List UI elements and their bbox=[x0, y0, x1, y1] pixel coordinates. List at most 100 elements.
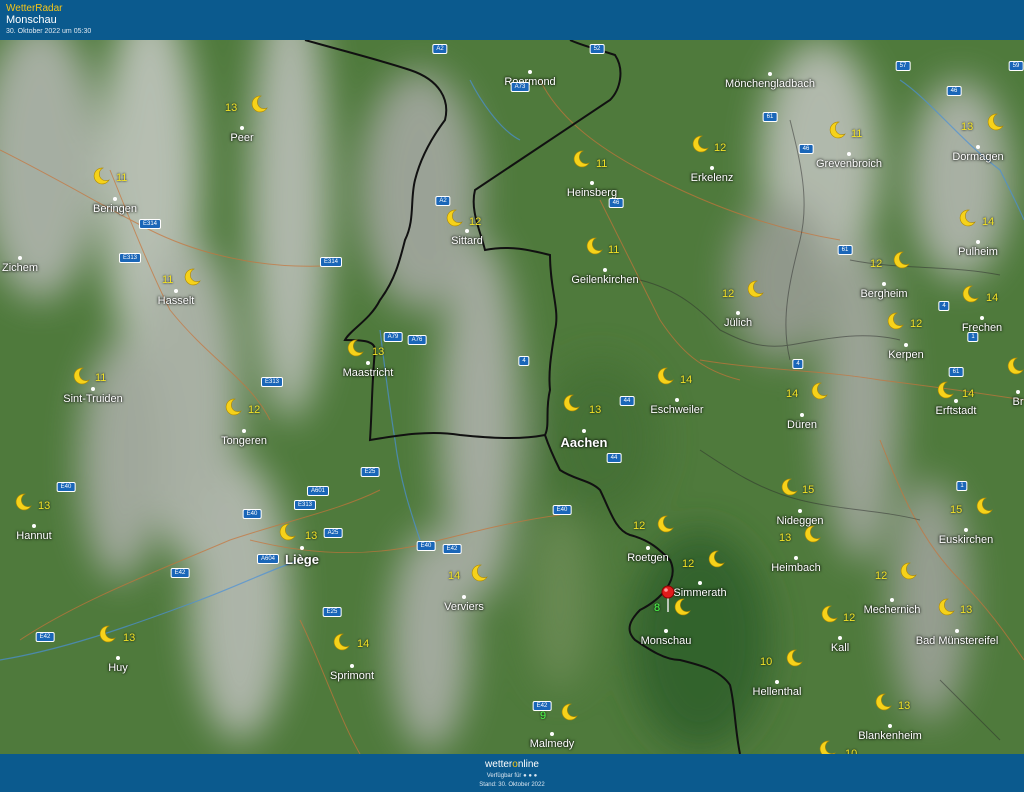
moon-icon bbox=[746, 280, 764, 298]
city-name[interactable]: Aachen bbox=[561, 435, 608, 450]
city-name[interactable]: Liège bbox=[285, 552, 319, 567]
city-name[interactable]: Roetgen bbox=[627, 552, 669, 564]
location-pin-icon[interactable] bbox=[658, 584, 678, 614]
moon-icon bbox=[892, 251, 910, 269]
city-name[interactable]: Mechernich bbox=[864, 604, 921, 616]
city-name[interactable]: Bad Münstereifel bbox=[916, 635, 999, 647]
city-name[interactable]: Peer bbox=[230, 132, 253, 144]
moon-icon bbox=[958, 209, 976, 227]
city-temperature: 13 bbox=[225, 102, 238, 114]
city-dot bbox=[976, 240, 980, 244]
city-name[interactable]: Eschweiler bbox=[650, 404, 703, 416]
city-dot bbox=[240, 126, 244, 130]
city-name[interactable]: Hannut bbox=[16, 530, 51, 542]
city-temperature: 13 bbox=[898, 700, 911, 712]
city-dot bbox=[838, 636, 842, 640]
city-dot bbox=[890, 598, 894, 602]
road-badge: 46 bbox=[608, 198, 624, 208]
city-dot bbox=[736, 311, 740, 315]
city-dot bbox=[976, 145, 980, 149]
road-badge: A79 bbox=[383, 332, 403, 342]
road-badge: 61 bbox=[948, 367, 964, 377]
city-name[interactable]: Kerpen bbox=[888, 349, 923, 361]
road-badge: E42 bbox=[532, 701, 552, 711]
city-name[interactable]: Huy bbox=[108, 662, 128, 674]
footer-available: Verfügbar für ● ● ● bbox=[486, 773, 538, 779]
moon-icon bbox=[707, 550, 725, 568]
city-dot bbox=[174, 289, 178, 293]
moon-icon bbox=[224, 398, 242, 416]
city-temperature: 11 bbox=[596, 158, 608, 170]
timestamp: 30. Oktober 2022 um 05:30 bbox=[6, 28, 92, 35]
city-name[interactable]: Erftstadt bbox=[936, 405, 977, 417]
city-name[interactable]: Geilenkirchen bbox=[571, 274, 638, 286]
city-name[interactable]: Pulheim bbox=[958, 246, 998, 258]
road-badge: A2 bbox=[435, 196, 451, 206]
app-footer: wetteronline Verfügbar für ● ● ● Stand: … bbox=[0, 754, 1024, 792]
moon-icon bbox=[886, 312, 904, 330]
city-temperature: 14 bbox=[357, 638, 370, 650]
city-dot bbox=[113, 197, 117, 201]
city-name[interactable]: Beringen bbox=[93, 203, 137, 215]
city-temperature: 9 bbox=[540, 710, 547, 722]
city-name[interactable]: Dormagen bbox=[952, 151, 1003, 163]
moon-icon bbox=[691, 135, 709, 153]
moon-icon bbox=[937, 598, 955, 616]
city-name[interactable]: Zichem bbox=[2, 262, 38, 274]
moon-icon bbox=[961, 285, 979, 303]
city-name[interactable]: Tongeren bbox=[221, 435, 267, 447]
city-name[interactable]: Heimbach bbox=[771, 562, 821, 574]
city-name[interactable]: Maastricht bbox=[343, 367, 394, 379]
road-badge: E314 bbox=[138, 219, 162, 229]
city-name[interactable]: Sprimont bbox=[330, 670, 374, 682]
road-badge: 4 bbox=[938, 301, 950, 311]
city-temperature: 12 bbox=[714, 142, 727, 154]
city-name[interactable]: Malmedy bbox=[530, 738, 575, 750]
moon-icon bbox=[656, 367, 674, 385]
moon-icon bbox=[445, 209, 463, 227]
city-temperature: 13 bbox=[961, 121, 974, 133]
city-name[interactable]: Blankenheim bbox=[858, 730, 922, 742]
road-badge: 57 bbox=[895, 61, 911, 71]
city-name[interactable]: Br bbox=[1013, 396, 1024, 408]
city-name[interactable]: Grevenbroich bbox=[816, 158, 882, 170]
city-name[interactable]: Sint-Truiden bbox=[63, 393, 123, 405]
footer-logo[interactable]: wetteronline bbox=[0, 759, 1024, 770]
city-name[interactable]: Hasselt bbox=[158, 295, 195, 307]
city-name[interactable]: Kall bbox=[831, 642, 849, 654]
road-badge: E25 bbox=[360, 467, 380, 477]
city-dot bbox=[888, 724, 892, 728]
road-badge: E42 bbox=[170, 568, 190, 578]
city-dot bbox=[664, 629, 668, 633]
road-badge: 61 bbox=[762, 112, 778, 122]
moon-icon bbox=[572, 150, 590, 168]
city-name[interactable]: Monschau bbox=[641, 635, 692, 647]
city-temperature: 11 bbox=[608, 244, 620, 256]
city-temperature: 12 bbox=[870, 258, 883, 270]
city-name[interactable]: Euskirchen bbox=[939, 534, 993, 546]
city-name[interactable]: Bergheim bbox=[860, 288, 907, 300]
city-temperature: 13 bbox=[960, 604, 973, 616]
city-dot bbox=[18, 256, 22, 260]
city-name[interactable]: Sittard bbox=[451, 235, 483, 247]
road-badge: 46 bbox=[798, 144, 814, 154]
city-name[interactable]: Hellenthal bbox=[753, 686, 802, 698]
moon-icon bbox=[828, 121, 846, 139]
city-name[interactable]: Mönchengladbach bbox=[725, 78, 815, 90]
city-name[interactable]: Verviers bbox=[444, 601, 484, 613]
city-temperature: 14 bbox=[986, 292, 999, 304]
radar-map[interactable]: Peer 13 Beringen 11 Zichem Hasselt 11 Sint-Trui… bbox=[0, 40, 1024, 754]
city-temperature: 14 bbox=[786, 388, 799, 400]
city-name[interactable]: Jülich bbox=[724, 317, 752, 329]
moon-icon bbox=[14, 493, 32, 511]
city-name[interactable]: Düren bbox=[787, 419, 817, 431]
moon-icon bbox=[986, 113, 1004, 131]
city-temperature: 15 bbox=[802, 484, 815, 496]
city-dot bbox=[528, 70, 532, 74]
road-badge: 4 bbox=[518, 356, 530, 366]
road-badge: 1 bbox=[967, 332, 979, 342]
city-dot bbox=[366, 361, 370, 365]
city-name[interactable]: Erkelenz bbox=[691, 172, 734, 184]
city-temperature: 11 bbox=[116, 172, 128, 184]
moon-icon bbox=[72, 367, 90, 385]
